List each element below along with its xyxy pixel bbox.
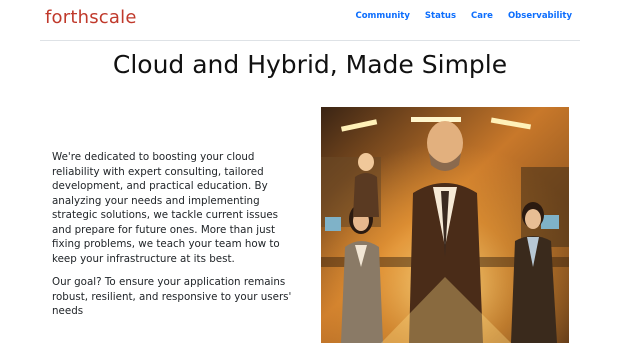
nav-status[interactable]: Status: [425, 11, 456, 21]
main-nav: Community Status Care Observability: [355, 11, 572, 21]
goal-paragraph: Our goal? To ensure your application rem…: [52, 276, 292, 317]
intro-paragraph: We're dedicated to boosting your cloud r…: [52, 151, 280, 265]
brand-logo[interactable]: forthscale: [45, 7, 137, 28]
hero-title: Cloud and Hybrid, Made Simple: [112, 50, 508, 79]
site-header: forthscale Community Status Care Observa…: [40, 0, 580, 41]
team-illustration: [321, 107, 569, 343]
nav-care[interactable]: Care: [471, 11, 493, 21]
nav-community[interactable]: Community: [355, 11, 409, 21]
intro-text: We're dedicated to boosting your cloud r…: [52, 150, 298, 328]
nav-observability[interactable]: Observability: [508, 11, 572, 21]
